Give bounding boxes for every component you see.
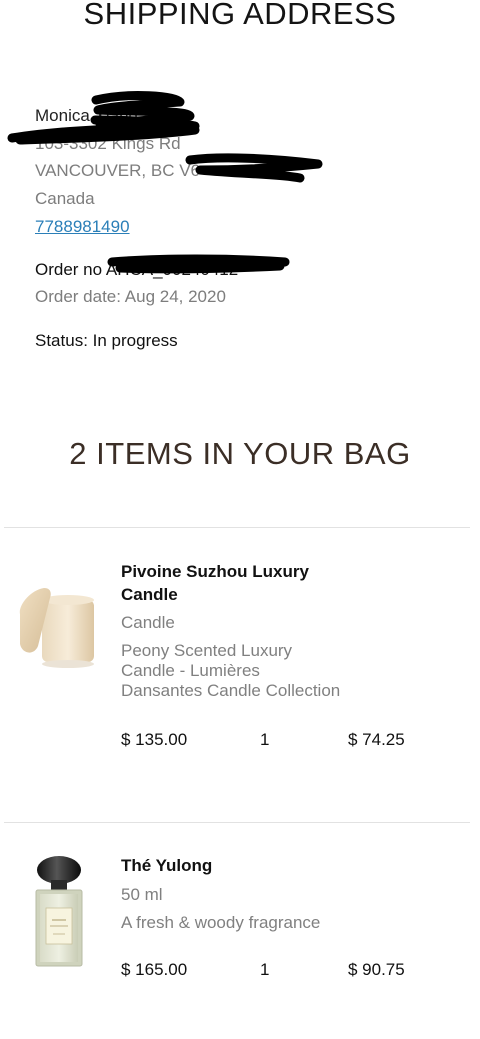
street-address: 103-3302 Kings Rd bbox=[35, 134, 181, 153]
bag-item: Pivoine Suzhou Luxury Candle Candle Peon… bbox=[0, 540, 480, 800]
candle-image bbox=[19, 588, 94, 668]
quantity: 1 bbox=[260, 960, 270, 979]
divider bbox=[4, 527, 470, 528]
quantity: 1 bbox=[260, 730, 270, 749]
bag-title: 2 ITEMS IN YOUR BAG bbox=[69, 436, 411, 471]
product-size: 50 ml bbox=[121, 885, 163, 904]
product-category: Candle bbox=[121, 613, 175, 632]
bag-item: Thé Yulong 50 ml A fresh & woody fragran… bbox=[0, 840, 480, 1000]
line-total: $ 74.25 bbox=[348, 730, 405, 749]
product-description-line2: Candle - Lumières bbox=[121, 661, 260, 680]
product-name[interactable]: Pivoine Suzhou Luxury bbox=[121, 560, 351, 583]
line-total: $ 90.75 bbox=[348, 960, 405, 979]
unit-price: $ 135.00 bbox=[121, 730, 188, 749]
product-description-line3: Dansantes Candle Collection bbox=[121, 681, 341, 700]
order-status: Status: In progress bbox=[35, 331, 178, 350]
product-name-line2[interactable]: Candle bbox=[121, 583, 351, 606]
unit-price: $ 165.00 bbox=[121, 960, 188, 979]
product-description: Peony Scented Luxury bbox=[121, 641, 293, 660]
product-name[interactable]: Thé Yulong bbox=[121, 854, 351, 877]
page-title: SHIPPING ADDRESS bbox=[83, 0, 397, 31]
phone-link[interactable]: 7788981490 bbox=[35, 217, 130, 237]
city-province: VANCOUVER, BC V6 bbox=[35, 161, 201, 180]
divider bbox=[4, 822, 470, 823]
recipient-name: Monica Xiang bbox=[35, 106, 139, 125]
order-number: Order no AHCA_00240412 bbox=[35, 260, 239, 279]
order-date: Order date: Aug 24, 2020 bbox=[35, 287, 226, 306]
perfume-bottle-image bbox=[35, 856, 83, 967]
product-description: A fresh & woody fragrance bbox=[121, 913, 321, 932]
country: Canada bbox=[35, 189, 95, 208]
